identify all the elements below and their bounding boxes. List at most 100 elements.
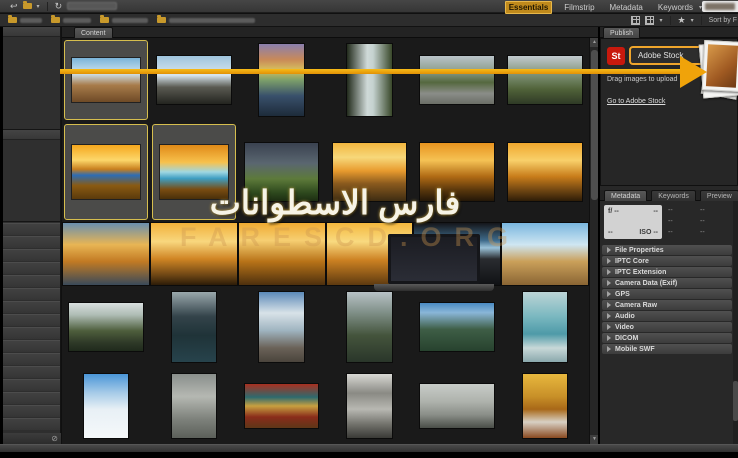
thumbnail-cell-river-path-mountains[interactable] — [413, 286, 501, 368]
no-filter-icon[interactable]: ⊘ — [51, 435, 58, 443]
metadata-section-iptc-extension[interactable]: IPTC Extension — [602, 267, 732, 277]
thumbnail-cell-lone-tree-lake[interactable] — [238, 286, 326, 368]
rating-filter-icon[interactable]: ★ — [678, 16, 686, 25]
thumbnail-image — [347, 292, 391, 362]
photo-image — [706, 44, 738, 88]
thumbnail-cell-chinese-temple-painted[interactable] — [238, 368, 326, 444]
view-chevron-icon[interactable]: ▾ — [659, 17, 662, 24]
thumbnail-cell-rocky-canyon[interactable] — [150, 38, 238, 122]
filter-row[interactable] — [3, 353, 60, 365]
filter-row[interactable] — [3, 262, 60, 274]
search-box[interactable] — [702, 1, 738, 12]
thumbnail-cell-snowy-mountain[interactable] — [62, 368, 150, 444]
sort-by-label[interactable]: Sort by F — [709, 17, 737, 24]
metadata-section-video[interactable]: Video — [602, 322, 732, 332]
disclosure-triangle-icon — [607, 258, 611, 264]
filter-row[interactable] — [3, 379, 60, 391]
thumbnail-cell-golden-temple-roof[interactable] — [501, 368, 589, 444]
section-label: File Properties — [615, 247, 664, 254]
toolbar-button-group[interactable] — [67, 2, 117, 10]
workspace-tab-metadata[interactable]: Metadata — [607, 2, 646, 13]
thumbnail-cell-stone-balustrade[interactable] — [413, 368, 501, 444]
thumbnail-cell-misty-waterfall[interactable] — [326, 286, 414, 368]
thumbnail-view-icon[interactable] — [631, 16, 640, 25]
filter-row[interactable] — [3, 405, 60, 417]
annotation-arrow-line — [60, 69, 682, 74]
filter-row[interactable] — [3, 288, 60, 300]
thumbnail-cell-glacier-ice-cave[interactable] — [501, 286, 589, 368]
metadata-section-gps[interactable]: GPS — [602, 289, 732, 299]
breadcrumb-item[interactable] — [51, 17, 91, 23]
breadcrumb-item[interactable] — [157, 17, 255, 23]
back-arrow-icon[interactable]: ↩ — [10, 1, 18, 12]
metadata-section-camera-raw[interactable]: Camera Raw — [602, 300, 732, 310]
metadata-section-mobile-swf[interactable]: Mobile SWF — [602, 344, 732, 354]
metadata-dash-value: -- — [668, 207, 700, 214]
thumbnail-cell-waterfall-cliffs[interactable] — [62, 286, 150, 368]
thumbnail-cell-blue-iceberg-sunset[interactable] — [64, 124, 148, 220]
folders-panel[interactable] — [3, 130, 60, 222]
folder-icon[interactable] — [23, 3, 32, 9]
workspace-tab-essentials[interactable]: Essentials — [505, 1, 553, 14]
iso-value: ISO -- — [639, 229, 658, 236]
metadata-dash-value: -- — [700, 229, 732, 236]
workspace-tab-filmstrip[interactable]: Filmstrip — [561, 2, 597, 13]
filter-row[interactable] — [3, 392, 60, 404]
section-label: Audio — [615, 313, 635, 320]
thumbnail-image — [245, 384, 319, 427]
thumbnail-cell-rainbow-over-sea[interactable] — [238, 38, 326, 122]
rating-chevron-icon[interactable]: ▾ — [691, 17, 694, 24]
thumbnail-cell-stone-lion-statue[interactable] — [150, 368, 238, 444]
thumbnail-cell-waterfall-valley[interactable] — [413, 38, 501, 122]
filter-row[interactable] — [3, 314, 60, 326]
scrollbar-thumb[interactable] — [733, 381, 738, 421]
breadcrumb-item[interactable] — [100, 17, 148, 23]
disclosure-triangle-icon — [607, 346, 611, 352]
metadata-section-camera-data-exif-[interactable]: Camera Data (Exif) — [602, 278, 732, 288]
folder-icon — [51, 17, 60, 23]
bridge-window: ↩ ▾ ↻ Essentials Filmstrip Metadata Keyword… — [0, 0, 738, 458]
go-to-adobe-stock-link[interactable]: Go to Adobe Stock — [607, 98, 665, 105]
tab-publish[interactable]: Publish — [603, 27, 640, 38]
tab-keywords[interactable]: Keywords — [651, 190, 696, 201]
disclosure-triangle-icon — [607, 291, 611, 297]
thumbnail-cell-desert-mountains-blue-sky[interactable] — [64, 40, 148, 120]
metadata-section-iptc-core[interactable]: IPTC Core — [602, 256, 732, 266]
divider — [670, 16, 671, 25]
thumbnail-image — [259, 292, 303, 362]
thumbnail-cell-city-harbor-dusk[interactable] — [62, 222, 150, 286]
filter-row[interactable] — [3, 340, 60, 352]
tab-metadata[interactable]: Metadata — [604, 190, 647, 201]
section-label: Camera Data (Exif) — [615, 280, 677, 287]
tab-preview[interactable]: Preview — [700, 190, 738, 201]
disclosure-triangle-icon — [607, 313, 611, 319]
filter-row[interactable] — [3, 327, 60, 339]
filter-row[interactable] — [3, 275, 60, 287]
filter-row[interactable] — [3, 366, 60, 378]
thumbnail-cell-carved-panel[interactable] — [326, 368, 414, 444]
thumbnail-cell-waterfall-portrait[interactable] — [326, 38, 414, 122]
filter-footer: ⊘ — [3, 433, 61, 444]
thumbnail-cell-mountain-lake-reflection[interactable] — [150, 286, 238, 368]
metadata-dash-value: -- — [668, 218, 700, 225]
chevron-down-icon[interactable]: ▾ — [37, 3, 40, 10]
workspace-tab-keywords[interactable]: Keywords — [655, 2, 696, 13]
filter-row[interactable] — [3, 418, 60, 430]
detail-view-icon[interactable] — [645, 16, 654, 25]
metadata-section-audio[interactable]: Audio — [602, 311, 732, 321]
metadata-section-dicom[interactable]: DICOM — [602, 333, 732, 343]
refresh-icon[interactable]: ↻ — [55, 1, 63, 12]
filter-row[interactable] — [3, 301, 60, 313]
section-label: DICOM — [615, 335, 638, 342]
metadata-scrollbar[interactable] — [733, 201, 738, 444]
metadata-section-file-properties[interactable]: File Properties — [602, 245, 732, 255]
thumbnail-cell-waterfall-hills[interactable] — [501, 38, 589, 122]
filter-row[interactable] — [3, 223, 60, 235]
filter-row[interactable] — [3, 249, 60, 261]
favorites-panel[interactable] — [3, 27, 60, 130]
filter-row[interactable] — [3, 236, 60, 248]
thumbnail-image — [172, 292, 216, 362]
tab-content[interactable]: Content — [74, 27, 113, 38]
photo-frame — [702, 40, 738, 92]
breadcrumb-item[interactable] — [8, 17, 42, 23]
